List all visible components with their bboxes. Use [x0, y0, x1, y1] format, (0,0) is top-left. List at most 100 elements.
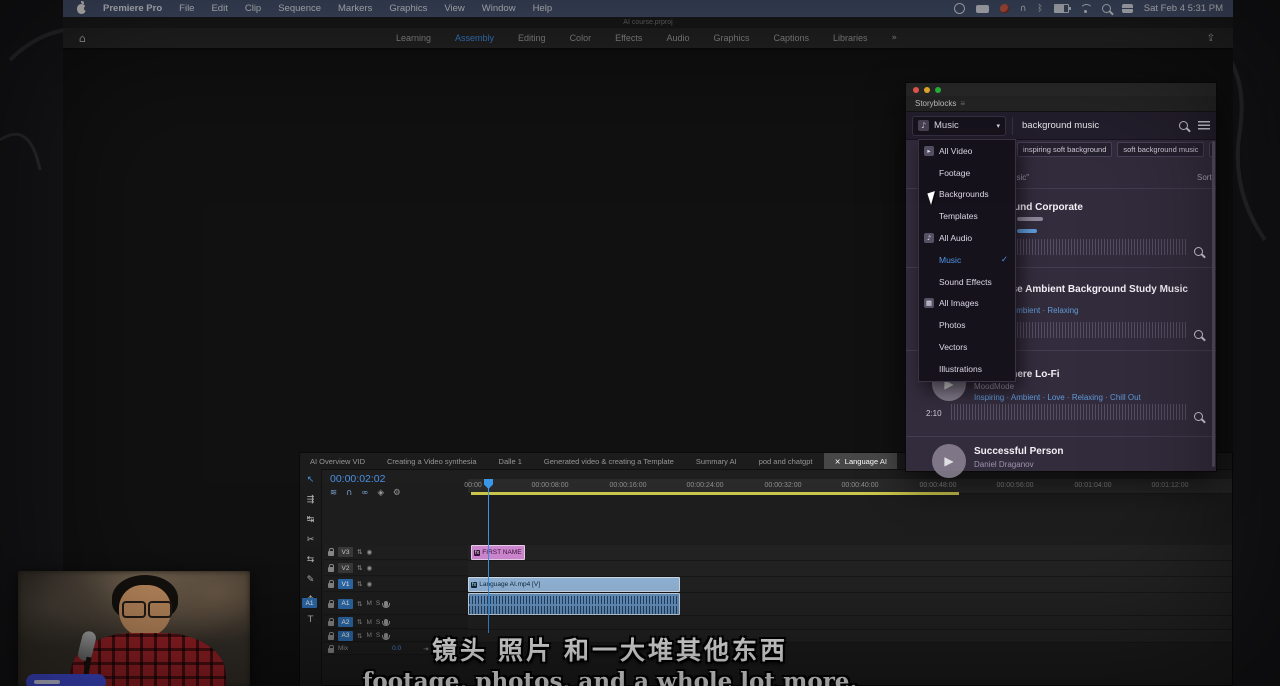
track-badge[interactable]: A1: [338, 599, 353, 609]
sync-lock-icon[interactable]: ⇅: [357, 564, 362, 572]
music-result-row[interactable]: ▶ Successful Person Daniel Draganov: [906, 436, 1216, 474]
menu-view[interactable]: View: [444, 3, 464, 14]
sequence-tab[interactable]: pod and chatgpt: [749, 453, 823, 469]
track-header-v1[interactable]: V1 ⇅ ◉: [324, 577, 468, 592]
chip[interactable]: soft background music: [1117, 142, 1204, 157]
menu-item-templates[interactable]: Templates: [919, 205, 1015, 227]
workspace-graphics[interactable]: Graphics: [713, 33, 749, 43]
bluetooth-icon[interactable]: ᛒ: [1037, 4, 1042, 14]
menu-sequence[interactable]: Sequence: [278, 3, 321, 14]
workspace-assembly[interactable]: Assembly: [455, 33, 494, 43]
sync-lock-icon[interactable]: ⇅: [357, 548, 362, 556]
zoom-window-icon[interactable]: [935, 87, 941, 93]
menu-markers[interactable]: Markers: [338, 3, 372, 14]
sequence-tab[interactable]: Creating a Video synthesia: [377, 453, 487, 469]
sync-lock-icon[interactable]: ⇅: [357, 580, 362, 588]
track-lane-v2[interactable]: [468, 561, 1232, 577]
storyblocks-search[interactable]: [1012, 117, 1192, 135]
track-lane-v3[interactable]: [468, 545, 1232, 561]
track-badge[interactable]: V1: [338, 579, 353, 589]
slip-tool-icon[interactable]: ⇆: [307, 555, 315, 565]
result-artist[interactable]: Daniel Draganov: [974, 460, 1034, 469]
filter-menu-icon[interactable]: [1198, 121, 1210, 130]
close-icon[interactable]: ×: [834, 457, 840, 466]
linked-selection-icon[interactable]: ∞: [361, 488, 368, 498]
workspace-libraries[interactable]: Libraries: [833, 33, 868, 43]
source-patch-a1[interactable]: A1: [302, 598, 317, 608]
solo-button[interactable]: S: [376, 619, 380, 626]
timeline-timecode[interactable]: 00:00:02:02: [330, 473, 385, 485]
scrollbar[interactable]: [1212, 141, 1215, 467]
sort-dropdown[interactable]: Sort: [1197, 173, 1213, 182]
result-artist[interactable]: MoodMode: [974, 382, 1014, 391]
track-badge[interactable]: A2: [338, 617, 353, 627]
tab-storyblocks[interactable]: Storyblocks: [915, 99, 956, 108]
play-button[interactable]: ▶: [932, 444, 966, 478]
battery-icon[interactable]: [1054, 4, 1069, 13]
mute-button[interactable]: M: [366, 600, 371, 607]
headphones-icon[interactable]: ∩: [1020, 4, 1027, 14]
workspace-color[interactable]: Color: [570, 33, 592, 43]
work-area-bar[interactable]: [471, 492, 959, 495]
track-visibility-icon[interactable]: ◉: [366, 580, 372, 588]
sync-lock-icon[interactable]: ⇅: [357, 618, 362, 626]
menu-file[interactable]: File: [179, 3, 194, 14]
sequence-tab[interactable]: Generated video & creating a Template: [534, 453, 684, 469]
search-input[interactable]: [1020, 119, 1175, 132]
workspace-editing[interactable]: Editing: [518, 33, 546, 43]
menu-graphics[interactable]: Graphics: [389, 3, 427, 14]
track-visibility-icon[interactable]: ◉: [366, 548, 372, 556]
lock-icon[interactable]: [328, 603, 334, 608]
workspace-learning[interactable]: Learning: [396, 33, 431, 43]
pen-tool-icon[interactable]: ✎: [307, 575, 315, 585]
video-clip-language-ai[interactable]: fx Language AI.mp4 [V]: [468, 577, 680, 592]
voiceover-record-icon[interactable]: [384, 601, 388, 607]
apple-menu-icon[interactable]: [77, 4, 86, 14]
lock-icon[interactable]: [328, 551, 334, 556]
graphic-clip-first-name[interactable]: fx FIRST NAME: [471, 545, 525, 560]
track-header-v3[interactable]: V3 ⇅ ◉: [324, 545, 468, 560]
track-header-a2[interactable]: A2 ⇅ M S: [324, 616, 468, 629]
sequence-tab[interactable]: AI Overview VID: [300, 453, 375, 469]
sequence-tab[interactable]: Dalle 1: [489, 453, 532, 469]
menu-item-illustrations[interactable]: Illustrations: [919, 358, 1015, 380]
panel-menu-icon[interactable]: ≡: [960, 99, 965, 108]
selection-tool-icon[interactable]: ↖: [307, 475, 315, 485]
audio-clip-language-ai[interactable]: [468, 593, 680, 615]
track-header-v2[interactable]: V2 ⇅ ◉: [324, 561, 468, 576]
ripple-edit-tool-icon[interactable]: ↹: [307, 515, 315, 525]
workspace-captions[interactable]: Captions: [773, 33, 809, 43]
lock-icon[interactable]: [328, 621, 334, 626]
add-marker-icon[interactable]: ◈: [377, 488, 384, 498]
keyboard-icon[interactable]: [976, 5, 989, 13]
type-tool-icon[interactable]: T: [308, 615, 314, 625]
result-tags[interactable]: Inspiring · Ambient · Love · Relaxing · …: [974, 393, 1141, 402]
menu-window[interactable]: Window: [482, 3, 516, 14]
razor-tool-icon[interactable]: ✂: [307, 535, 315, 545]
track-header-a1[interactable]: A1 ⇅ M S: [324, 593, 468, 615]
mute-button[interactable]: M: [366, 619, 371, 626]
track-badge[interactable]: V2: [338, 563, 353, 573]
snap-icon[interactable]: ∩: [346, 488, 352, 498]
lock-icon[interactable]: [328, 583, 334, 588]
sequence-tab[interactable]: Summary AI: [686, 453, 747, 469]
wifi-icon[interactable]: [1080, 4, 1091, 13]
menu-item-music[interactable]: Music ✓: [919, 249, 1015, 271]
sequence-tab-active[interactable]: × Language AI: [824, 453, 896, 469]
find-similar-icon[interactable]: [1194, 326, 1203, 344]
waveform[interactable]: [951, 404, 1186, 420]
workspace-overflow[interactable]: »: [892, 33, 898, 43]
spotlight-icon[interactable]: [1102, 4, 1111, 13]
search-icon[interactable]: [1179, 121, 1188, 130]
track-visibility-icon[interactable]: ◉: [366, 564, 372, 572]
menu-bar-clock[interactable]: Sat Feb 4 5:31 PM: [1144, 3, 1223, 14]
share-icon[interactable]: ⇪: [1207, 33, 1215, 44]
sync-lock-icon[interactable]: ⇅: [357, 600, 362, 608]
menu-item-all-images[interactable]: ▦ All Images: [919, 293, 1015, 315]
menu-item-sound-effects[interactable]: Sound Effects: [919, 271, 1015, 293]
storyblocks-titlebar[interactable]: [906, 83, 1216, 96]
menu-item-photos[interactable]: Photos: [919, 314, 1015, 336]
voiceover-record-icon[interactable]: [384, 619, 388, 625]
lock-icon[interactable]: [328, 567, 334, 572]
track-lane-a2[interactable]: [468, 616, 1232, 630]
